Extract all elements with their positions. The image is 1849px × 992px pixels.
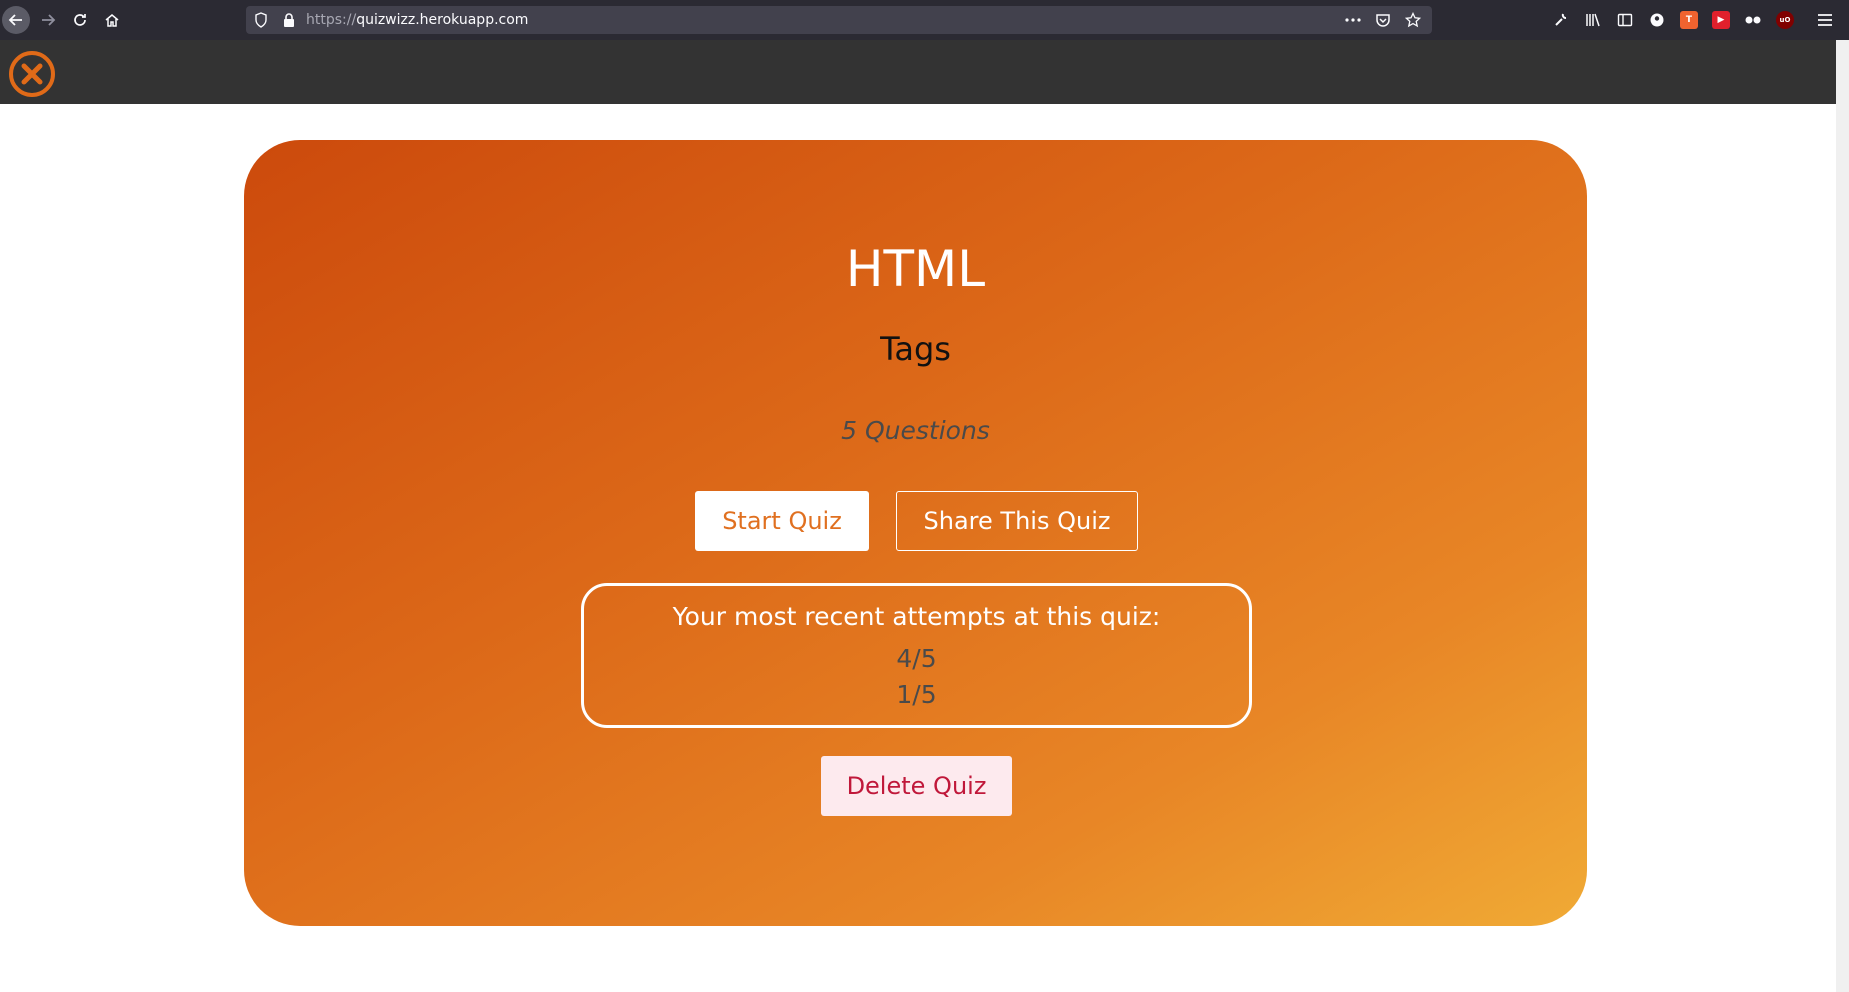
sidebar-icon[interactable]: [1616, 11, 1634, 29]
pocket-icon[interactable]: [1374, 11, 1392, 29]
attempts-heading: Your most recent attempts at this quiz:: [672, 602, 1161, 631]
arrow-left-icon: [8, 14, 22, 26]
delete-quiz-button[interactable]: Delete Quiz: [821, 756, 1012, 816]
wrench-icon[interactable]: [1552, 11, 1570, 29]
question-count: 5 Questions: [841, 416, 990, 445]
start-quiz-button[interactable]: Start Quiz: [695, 491, 869, 551]
browser-toolbar: https://quizwizz.herokuapp.com T ▶ uO: [0, 0, 1849, 40]
url-bar[interactable]: https://quizwizz.herokuapp.com: [246, 6, 1432, 34]
shield-icon[interactable]: [254, 12, 268, 32]
more-actions-icon[interactable]: [1344, 11, 1362, 29]
lock-icon[interactable]: [282, 12, 296, 32]
back-button[interactable]: [2, 6, 30, 34]
ublock-icon[interactable]: uO: [1776, 11, 1794, 29]
attempt-score: 4/5: [896, 644, 937, 673]
extension-glasses-icon[interactable]: [1744, 11, 1762, 29]
quiz-subtitle: Tags: [880, 330, 951, 368]
share-quiz-button[interactable]: Share This Quiz: [896, 491, 1138, 551]
quiz-title: HTML: [845, 240, 986, 298]
account-icon[interactable]: [1648, 11, 1666, 29]
extension-red-icon[interactable]: ▶: [1712, 11, 1730, 29]
forward-button[interactable]: [34, 6, 62, 34]
bookmark-star-icon[interactable]: [1404, 11, 1422, 29]
attempt-score: 1/5: [896, 680, 937, 709]
menu-icon[interactable]: [1816, 11, 1834, 29]
recent-attempts-box: Your most recent attempts at this quiz: …: [581, 583, 1252, 728]
extension-orange-icon[interactable]: T: [1680, 11, 1698, 29]
library-icon[interactable]: [1584, 11, 1602, 29]
close-circle-icon[interactable]: [8, 50, 56, 98]
home-button[interactable]: [98, 6, 126, 34]
url-text[interactable]: https://quizwizz.herokuapp.com: [306, 12, 528, 28]
app-header: [0, 40, 1836, 104]
reload-icon: [74, 14, 86, 26]
reload-button[interactable]: [66, 6, 94, 34]
url-host: quizwizz.herokuapp.com: [356, 12, 529, 28]
scrollbar-track[interactable]: [1836, 40, 1849, 992]
arrow-right-icon: [42, 14, 56, 26]
url-scheme: https://: [306, 12, 357, 28]
home-icon: [105, 14, 119, 27]
